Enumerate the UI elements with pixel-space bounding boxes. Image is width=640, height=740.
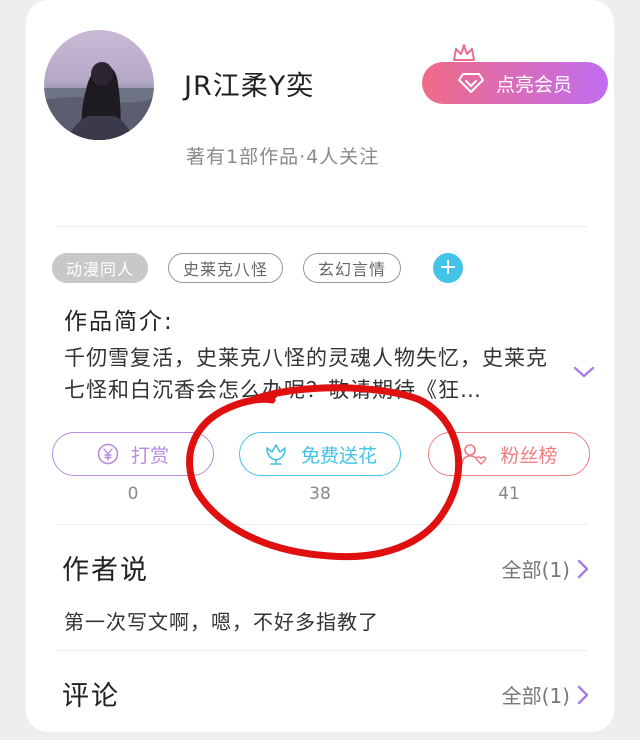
chevron-right-icon [577,559,589,578]
flower-count: 38 [309,484,331,504]
divider [56,226,588,227]
author-note-text: 第一次写文啊，嗯，不好多指教了 [64,610,379,634]
author-name[interactable]: JR江柔Y奕 [184,64,314,103]
chevron-right-icon [577,685,589,704]
flower-icon [266,444,286,465]
fan-user-icon [461,444,487,465]
add-tag-button[interactable]: + [433,253,464,283]
vip-button-label: 点亮会员 [495,73,572,96]
reward-label: 打赏 [130,444,169,467]
author-avatar[interactable] [44,30,154,140]
tag-item[interactable]: 史莱克八怪 [168,253,284,283]
tag-item[interactable]: 玄幻言情 [303,253,402,283]
chevron-down-icon[interactable] [572,364,596,380]
intro-title: 作品简介: [64,309,174,335]
reward-button[interactable]: 打赏 [52,432,214,476]
free-flower-label: 免费送花 [300,444,377,467]
author-stats: 著有1部作品·4人关注 [186,146,380,168]
divider [56,650,588,651]
author-note-title: 作者说 [62,555,149,586]
comments-all-link[interactable]: 全部(1) [502,680,590,709]
intro-text: 千仞雪复活，史莱克八怪的灵魂人物失忆，史莱克七怪和白沉香会怎么办呢？敬请期待《狂… [64,346,548,402]
free-flower-button[interactable]: 免费送花 [239,432,401,476]
vip-area: 点亮会员 [422,44,608,104]
diamond-icon [457,73,484,93]
comments-title: 评论 [62,681,120,712]
fan-ranking-button[interactable]: 粉丝榜 [428,432,590,476]
tag-list: 动漫同人 史莱克八怪 玄幻言情 + [52,253,464,283]
reward-count: 0 [127,484,139,504]
divider [56,524,588,525]
fan-ranking-label: 粉丝榜 [500,444,558,467]
crown-icon [453,44,475,61]
light-up-vip-button[interactable]: 点亮会员 [422,62,608,104]
author-note-all-label: 全部(1) [501,558,570,582]
author-note-all-link[interactable]: 全部(1) [502,554,590,583]
fan-count: 41 [498,484,520,504]
comments-all-label: 全部(1) [501,684,570,708]
tag-item[interactable]: 动漫同人 [52,253,149,283]
yen-coin-icon [97,443,119,465]
